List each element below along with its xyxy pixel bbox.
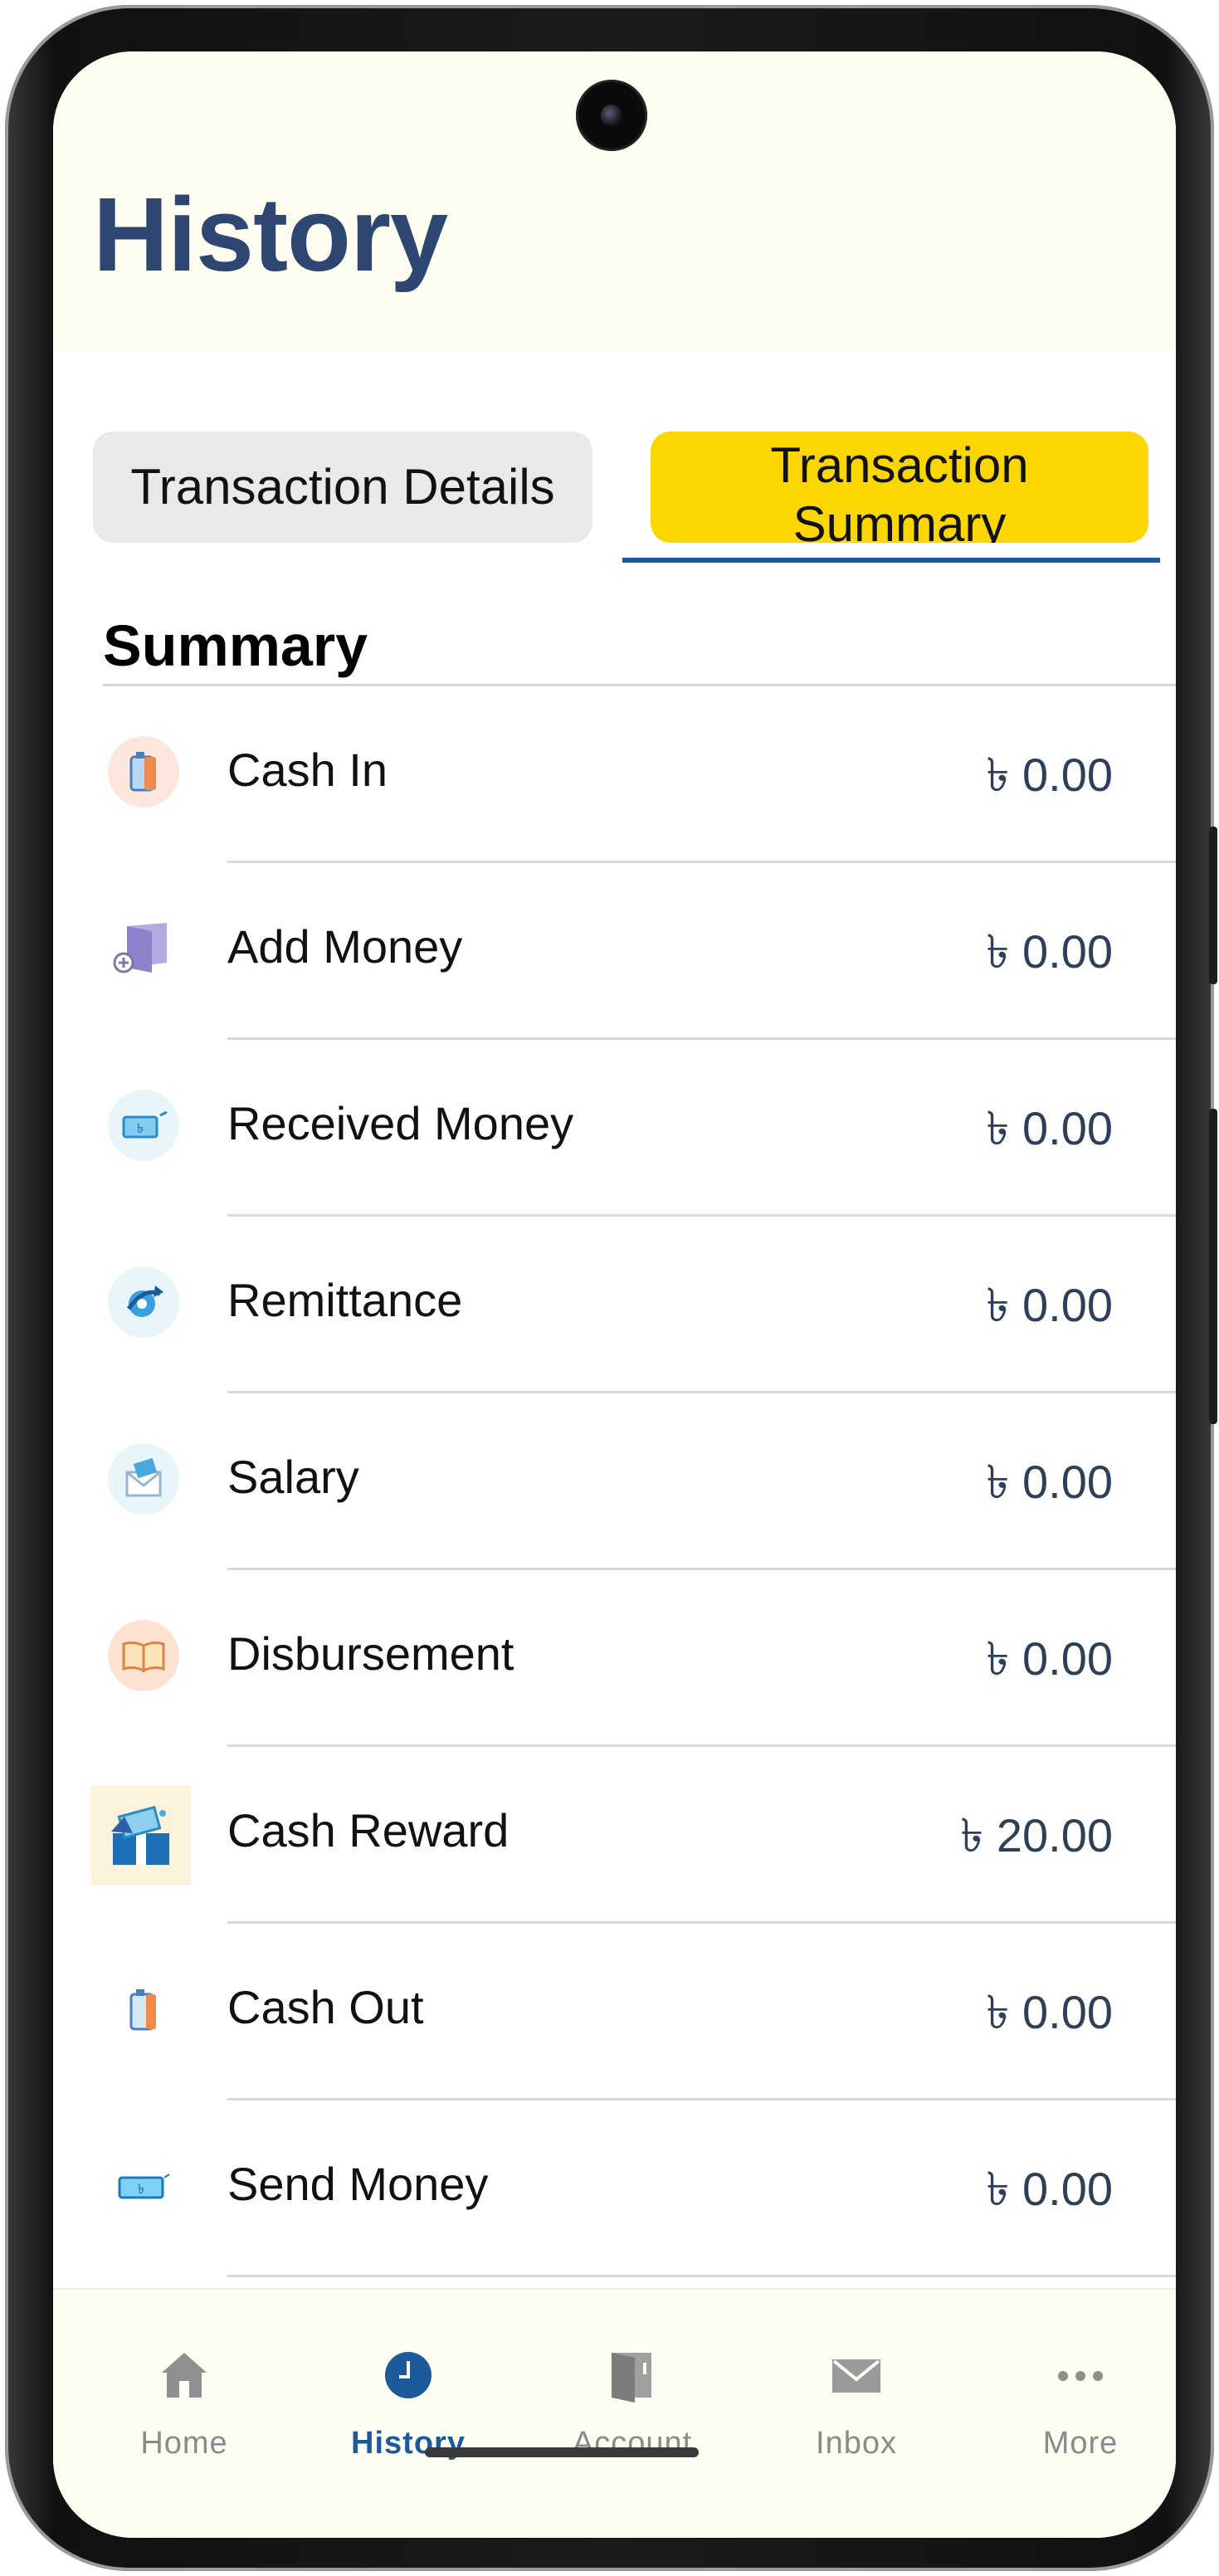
summary-row-disbursement[interactable]: Disbursement ৳ 0.00 [53,1570,1176,1747]
summary-row-add-money[interactable]: Add Money ৳ 0.00 [53,863,1176,1040]
nav-inbox[interactable]: Inbox [773,2346,939,2461]
nav-label: More [1042,2426,1119,2461]
row-label: Disbursement [227,1627,514,1680]
row-label: Cash Out [227,1981,424,2033]
envelope-icon [832,2359,880,2393]
row-label: Received Money [227,1097,574,1149]
volume-button [1209,827,1217,984]
nav-account[interactable]: Account [549,2346,715,2461]
active-tab-indicator [622,558,1160,563]
tab-transaction-summary[interactable]: Transaction Summary [651,432,1148,543]
bottom-navigation: Home History Account Inbox More [53,2288,1176,2538]
row-amount: ৳ 0.00 [986,749,1113,801]
row-amount: ৳ 0.00 [986,2163,1113,2215]
send-money-icon: ৳ [108,2150,179,2222]
svg-text:৳: ৳ [138,2181,144,2197]
cash-in-icon [108,736,179,807]
row-label: Salary [227,1451,359,1503]
tab-bar: Transaction Details Transaction Summary [53,350,1176,566]
home-icon [162,2353,207,2398]
nav-label: Inbox [816,2426,897,2461]
power-button [1209,1109,1217,1424]
home-indicator[interactable] [425,2447,699,2457]
summary-row-send-money[interactable]: ৳ Send Money ৳ 0.00 [53,2100,1176,2277]
row-label: Cash In [227,744,388,796]
account-book-icon [612,2353,651,2403]
nav-more[interactable]: More [997,2346,1163,2461]
row-label: Send Money [227,2158,489,2210]
row-amount: ৳ 0.00 [986,1279,1113,1331]
svg-text:৳: ৳ [137,1120,144,1136]
row-label: Remittance [227,1274,463,1326]
row-amount: ৳ 0.00 [986,1456,1113,1508]
remittance-icon [108,1266,179,1338]
summary-row-received-money[interactable]: ৳ Received Money ৳ 0.00 [53,1040,1176,1217]
add-money-icon [108,913,179,984]
page-title: History [93,176,448,293]
row-amount: ৳ 0.00 [986,1986,1113,2038]
nav-history[interactable]: History [325,2346,491,2461]
row-amount: ৳ 20.00 [960,1809,1113,1861]
disbursement-icon [108,1620,179,1691]
salary-icon [108,1443,179,1515]
nav-home[interactable]: Home [101,2346,267,2461]
summary-row-cash-in[interactable]: Cash In ৳ 0.00 [53,686,1176,863]
summary-row-remittance[interactable]: Remittance ৳ 0.00 [53,1217,1176,1393]
tab-transaction-details[interactable]: Transaction Details [93,432,592,543]
received-money-icon: ৳ [108,1090,179,1161]
summary-row-cash-out[interactable]: Cash Out ৳ 0.00 [53,1924,1176,2100]
clock-icon [385,2352,432,2398]
header: History [53,51,1176,350]
row-amount: ৳ 0.00 [986,925,1113,978]
more-dots-icon [1058,2371,1103,2381]
cash-out-icon [108,1973,179,2045]
row-amount: ৳ 0.00 [986,1102,1113,1154]
row-label: Add Money [227,920,463,973]
phone-frame: History Transaction Details Transaction … [5,5,1217,2571]
row-amount: ৳ 0.00 [986,1632,1113,1685]
row-divider [227,2275,1176,2277]
summary-heading: Summary [103,613,368,678]
front-camera [576,80,647,151]
app-screen: History Transaction Details Transaction … [53,51,1176,2538]
cash-reward-icon [91,1785,191,1885]
summary-row-cash-reward[interactable]: Cash Reward ৳ 20.00 [53,1747,1176,1924]
summary-row-salary[interactable]: Salary ৳ 0.00 [53,1393,1176,1570]
row-label: Cash Reward [227,1804,510,1856]
nav-label: Home [140,2426,228,2461]
